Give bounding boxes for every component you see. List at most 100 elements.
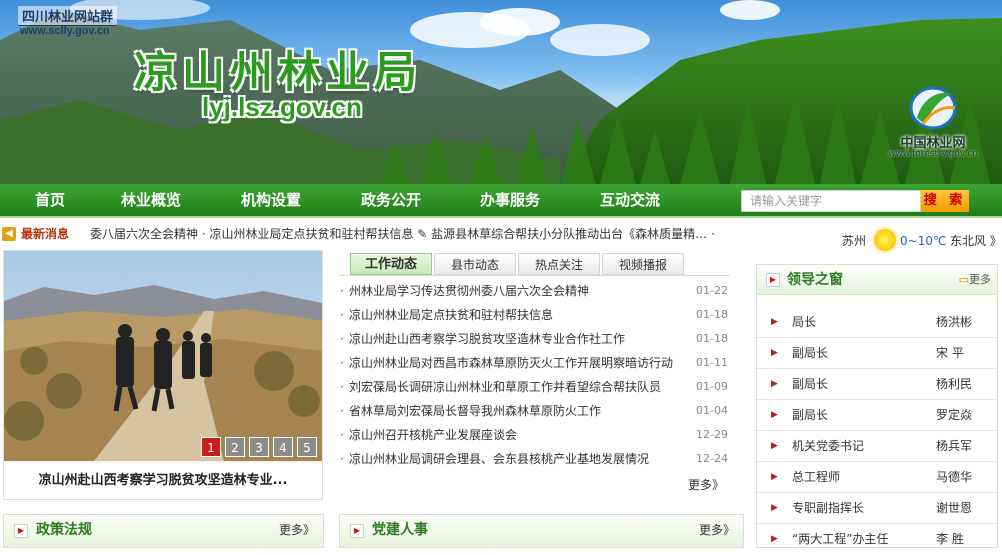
leader-position: 总工程师 bbox=[792, 470, 841, 484]
news-title[interactable]: 省林草局刘宏葆局长督导我州森林草原防火工作 bbox=[349, 399, 679, 423]
news-title[interactable]: 凉山州林业局对西昌市森林草原防灭火工作开展明察暗访行动 bbox=[349, 351, 679, 375]
bullet-icon: · bbox=[340, 452, 344, 466]
slide-caption[interactable]: 凉山州赴山西考察学习脱贫攻坚造林专业... bbox=[4, 463, 322, 499]
leader-item[interactable]: ▶ 总工程师 马德华 bbox=[757, 462, 997, 493]
search-button[interactable]: 搜 索 bbox=[921, 190, 969, 212]
search-input[interactable]: 请输入关键字 bbox=[741, 190, 921, 212]
leader-position: “两大工程”办主任 bbox=[792, 532, 889, 546]
leader-item[interactable]: ▶ 副局长 宋 平 bbox=[757, 338, 997, 369]
leader-name[interactable]: 李 胜 bbox=[936, 524, 964, 555]
news-item[interactable]: · 刘宏葆局长调研凉山州林业和草原工作并看望综合帮扶队员 01-09 bbox=[340, 375, 730, 399]
news-date: 01-11 bbox=[696, 356, 728, 369]
leader-position: 副局长 bbox=[792, 346, 829, 360]
news-date: 12-29 bbox=[696, 428, 728, 441]
bullet-icon: · bbox=[340, 284, 344, 298]
nav-services[interactable]: 办事服务 bbox=[460, 184, 560, 216]
weather-city: 苏州 bbox=[842, 234, 867, 248]
arrow-icon: ▶ bbox=[771, 379, 778, 389]
arrow-icon: ▶ bbox=[771, 317, 778, 327]
forestry-network-url: www.forestry.gov.cn bbox=[888, 149, 979, 159]
news-more-link[interactable]: 更多》 bbox=[688, 476, 724, 493]
forestry-network-logo[interactable]: 中国林业网 www.forestry.gov.cn bbox=[888, 80, 978, 164]
leader-name[interactable]: 马德华 bbox=[936, 462, 972, 493]
leader-item[interactable]: ▶ “两大工程”办主任 李 胜 bbox=[757, 524, 997, 555]
leader-item[interactable]: ▶ 局长 杨洪彬 bbox=[757, 307, 997, 338]
news-item[interactable]: · 凉山州林业局定点扶贫和驻村帮扶信息 01-18 bbox=[340, 303, 730, 327]
news-title[interactable]: 凉山州林业局调研会理县、会东县核桃产业基地发展情况 bbox=[349, 447, 679, 471]
news-title[interactable]: 凉山州召开核桃产业发展座谈会 bbox=[349, 423, 679, 447]
bullet-icon: · bbox=[340, 404, 344, 418]
arrow-icon: ▶ bbox=[771, 503, 778, 513]
news-item[interactable]: · 凉山州召开核桃产业发展座谈会 12-29 bbox=[340, 423, 730, 447]
slide-page-1[interactable]: 1 bbox=[201, 437, 221, 457]
slide-page-2[interactable]: 2 bbox=[225, 437, 245, 457]
nav-organization[interactable]: 机构设置 bbox=[221, 184, 321, 216]
leader-item[interactable]: ▶ 副局长 杨利民 bbox=[757, 369, 997, 400]
leader-item[interactable]: ▶ 副局长 罗定焱 bbox=[757, 400, 997, 431]
nav-interaction[interactable]: 互动交流 bbox=[580, 184, 680, 216]
section-arrow-icon: ▶ bbox=[766, 273, 780, 287]
site-group-url[interactable]: www.sclly.gov.cn bbox=[20, 25, 110, 37]
news-ticker: ◀ 最新消息 委八届六次全会精神 · 凉山州林业局定点扶贫和驻村帮扶信息 ✎ 盐… bbox=[0, 222, 750, 246]
party-panel-header: ▶ 党建人事 更多》 bbox=[339, 514, 744, 548]
bullet-icon: · bbox=[340, 428, 344, 442]
news-item[interactable]: · 凉山州赴山西考察学习脱贫攻坚造林专业合作社工作 01-18 bbox=[340, 327, 730, 351]
policy-more-link[interactable]: 更多》 bbox=[279, 515, 315, 545]
party-more-link[interactable]: 更多》 bbox=[699, 515, 735, 545]
news-panel: 工作动态 县市动态 热点关注 视频播报 · 州林业局学习传达贯彻州委八届六次全会… bbox=[340, 250, 730, 500]
site-group-label[interactable]: 四川林业网站群 bbox=[18, 6, 118, 26]
leader-position: 副局长 bbox=[792, 408, 829, 422]
bullet-icon: · bbox=[340, 308, 344, 322]
leader-name[interactable]: 杨洪彬 bbox=[936, 307, 972, 338]
leader-position: 副局长 bbox=[792, 377, 829, 391]
news-item[interactable]: · 省林草局刘宏葆局长督导我州森林草原防火工作 01-04 bbox=[340, 399, 730, 423]
leader-name[interactable]: 杨利民 bbox=[936, 369, 972, 400]
news-title[interactable]: 刘宏葆局长调研凉山州林业和草原工作并看望综合帮扶队员 bbox=[349, 375, 679, 399]
tab-work-updates[interactable]: 工作动态 bbox=[350, 253, 432, 275]
section-arrow-icon: ▶ bbox=[14, 524, 28, 538]
tab-hot-topics[interactable]: 热点关注 bbox=[518, 253, 600, 275]
news-date: 01-18 bbox=[696, 332, 728, 345]
leaders-panel-header: ▶ 领导之窗 ▭更多 bbox=[757, 265, 997, 295]
news-item[interactable]: · 凉山州林业局对西昌市森林草原防灭火工作开展明察暗访行动 01-11 bbox=[340, 351, 730, 375]
news-title[interactable]: 凉山州赴山西考察学习脱贫攻坚造林专业合作社工作 bbox=[349, 327, 679, 351]
news-date: 12-24 bbox=[696, 452, 728, 465]
leader-name[interactable]: 宋 平 bbox=[936, 338, 964, 369]
leader-name[interactable]: 杨兵军 bbox=[936, 431, 972, 462]
photo-slideshow[interactable]: 1 2 3 4 5 凉山州赴山西考察学习脱贫攻坚造林专业... bbox=[3, 250, 323, 500]
leader-item[interactable]: ▶ 机关党委书记 杨兵军 bbox=[757, 431, 997, 462]
nav-home[interactable]: 首页 bbox=[0, 184, 100, 216]
tab-county-updates[interactable]: 县市动态 bbox=[434, 253, 516, 275]
arrow-icon: ▶ bbox=[771, 410, 778, 420]
party-panel-title: 党建人事 bbox=[372, 522, 428, 538]
arrow-icon: ▶ bbox=[771, 472, 778, 482]
news-date: 01-04 bbox=[696, 404, 728, 417]
nav-government-affairs[interactable]: 政务公开 bbox=[341, 184, 441, 216]
speaker-icon: ◀ bbox=[2, 227, 16, 241]
bullet-icon: · bbox=[340, 356, 344, 370]
news-item[interactable]: · 凉山州林业局调研会理县、会东县核桃产业基地发展情况 12-24 bbox=[340, 447, 730, 471]
main-nav: 首页 林业概览 机构设置 政务公开 办事服务 互动交流 请输入关键字 搜 索 bbox=[0, 184, 1002, 218]
nav-forestry-overview[interactable]: 林业概览 bbox=[101, 184, 201, 216]
news-title[interactable]: 凉山州林业局定点扶贫和驻村帮扶信息 bbox=[349, 303, 679, 327]
slide-photo bbox=[4, 251, 322, 461]
leaders-more-link[interactable]: ▭更多 bbox=[959, 265, 991, 295]
leader-name[interactable]: 谢世恩 bbox=[936, 493, 972, 524]
tab-video-news[interactable]: 视频播报 bbox=[602, 253, 684, 275]
slide-page-5[interactable]: 5 bbox=[297, 437, 317, 457]
slide-page-3[interactable]: 3 bbox=[249, 437, 269, 457]
arrow-icon: ▶ bbox=[771, 441, 778, 451]
news-date: 01-18 bbox=[696, 308, 728, 321]
bureau-domain: lyj.lsz.gov.cn bbox=[202, 92, 362, 122]
leader-position: 机关党委书记 bbox=[792, 439, 865, 453]
news-title[interactable]: 州林业局学习传达贯彻州委八届六次全会精神 bbox=[349, 279, 679, 303]
leader-item[interactable]: ▶ 专职副指挥长 谢世恩 bbox=[757, 493, 997, 524]
slide-page-4[interactable]: 4 bbox=[273, 437, 293, 457]
leaders-more-label: 更多 bbox=[969, 273, 991, 286]
bullet-icon: · bbox=[340, 380, 344, 394]
leader-name[interactable]: 罗定焱 bbox=[936, 400, 972, 431]
site-banner: 四川林业网站群 www.sclly.gov.cn 凉山州林业局 lyj.lsz.… bbox=[0, 0, 1002, 184]
policy-panel-title: 政策法规 bbox=[36, 522, 92, 538]
news-item[interactable]: · 州林业局学习传达贯彻州委八届六次全会精神 01-22 bbox=[340, 279, 730, 303]
ticker-text[interactable]: 委八届六次全会精神 · 凉山州林业局定点扶贫和驻村帮扶信息 ✎ 盐源县林草综合帮… bbox=[90, 222, 750, 246]
